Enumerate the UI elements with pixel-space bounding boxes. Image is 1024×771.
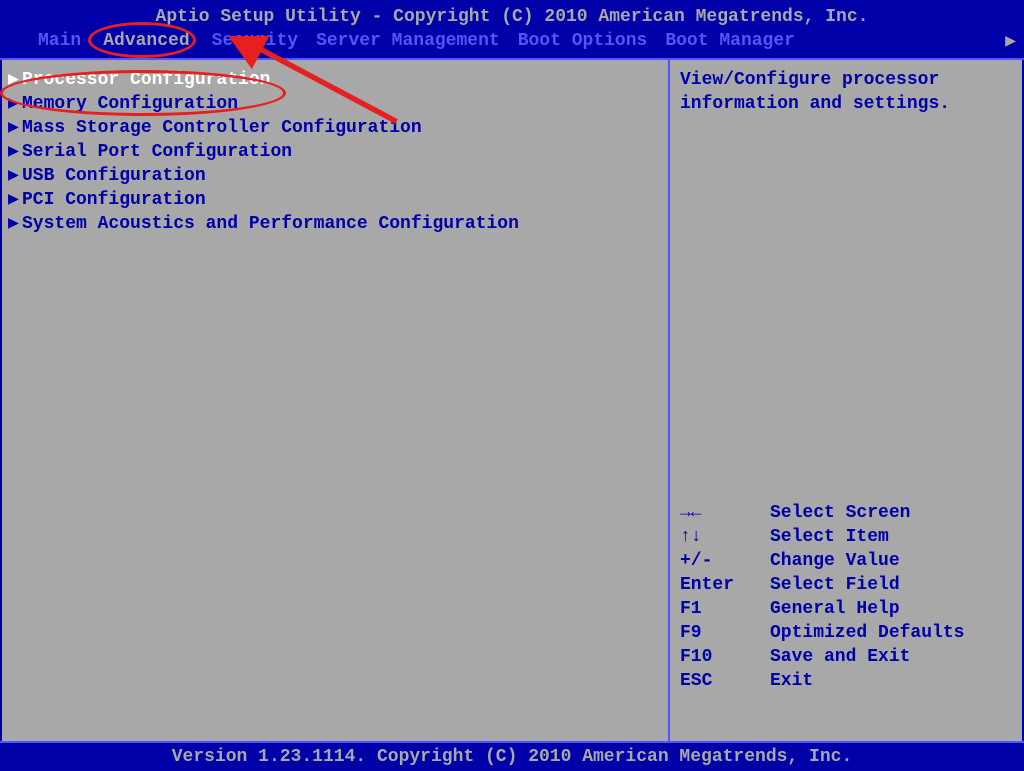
key-key: +/- bbox=[680, 549, 770, 573]
menu-item-label: Processor Configuration bbox=[22, 70, 270, 90]
submenu-arrow-icon: ▶ bbox=[8, 164, 22, 188]
key-key: ↑↓ bbox=[680, 525, 770, 549]
key-row: ESCExit bbox=[680, 669, 1012, 693]
key-row: EnterSelect Field bbox=[680, 573, 1012, 597]
key-help-block: →←Select Screen ↑↓Select Item +/-Change … bbox=[680, 501, 1012, 693]
help-text-line: View/Configure processor bbox=[680, 68, 1012, 92]
key-row: ↑↓Select Item bbox=[680, 525, 1012, 549]
help-panel: View/Configure processor information and… bbox=[670, 60, 1024, 741]
tab-server-management[interactable]: Server Management bbox=[316, 29, 500, 53]
submenu-arrow-icon: ▶ bbox=[8, 212, 22, 236]
menu-item-label: Serial Port Configuration bbox=[22, 142, 292, 162]
submenu-arrow-icon: ▶ bbox=[8, 188, 22, 212]
header-bar: Aptio Setup Utility - Copyright (C) 2010… bbox=[0, 0, 1024, 58]
key-desc: Exit bbox=[770, 669, 813, 693]
content-area: ▶Processor Configuration ▶Memory Configu… bbox=[0, 58, 1024, 743]
submenu-arrow-icon: ▶ bbox=[8, 116, 22, 140]
submenu-arrow-icon: ▶ bbox=[8, 92, 22, 116]
key-key: F1 bbox=[680, 597, 770, 621]
nav-right-icon[interactable]: ▶ bbox=[1005, 30, 1016, 52]
key-row: F10Save and Exit bbox=[680, 645, 1012, 669]
menu-item-label: Memory Configuration bbox=[22, 94, 238, 114]
key-desc: General Help bbox=[770, 597, 900, 621]
tab-main[interactable]: Main bbox=[38, 29, 81, 53]
key-desc: Save and Exit bbox=[770, 645, 910, 669]
key-key: ESC bbox=[680, 669, 770, 693]
menu-item-pci-configuration[interactable]: ▶PCI Configuration bbox=[2, 188, 668, 212]
menu-item-memory-configuration[interactable]: ▶Memory Configuration bbox=[2, 92, 668, 116]
tab-security[interactable]: Security bbox=[212, 29, 298, 53]
menu-item-serial-port-configuration[interactable]: ▶Serial Port Configuration bbox=[2, 140, 668, 164]
key-key: F10 bbox=[680, 645, 770, 669]
menu-panel: ▶Processor Configuration ▶Memory Configu… bbox=[0, 60, 670, 741]
menu-item-label: Mass Storage Controller Configuration bbox=[22, 118, 422, 138]
key-desc: Optimized Defaults bbox=[770, 621, 964, 645]
key-key: F9 bbox=[680, 621, 770, 645]
key-key: →← bbox=[680, 501, 770, 525]
menu-item-system-acoustics-performance-configuration[interactable]: ▶System Acoustics and Performance Config… bbox=[2, 212, 668, 236]
menu-item-label: PCI Configuration bbox=[22, 190, 206, 210]
menu-item-label: System Acoustics and Performance Configu… bbox=[22, 214, 519, 234]
key-row: F1General Help bbox=[680, 597, 1012, 621]
key-desc: Change Value bbox=[770, 549, 900, 573]
footer-bar: Version 1.23.1114. Copyright (C) 2010 Am… bbox=[0, 743, 1024, 771]
tab-boot-options[interactable]: Boot Options bbox=[518, 29, 648, 53]
submenu-arrow-icon: ▶ bbox=[8, 68, 22, 92]
menu-item-usb-configuration[interactable]: ▶USB Configuration bbox=[2, 164, 668, 188]
menu-item-label: USB Configuration bbox=[22, 166, 206, 186]
submenu-arrow-icon: ▶ bbox=[8, 140, 22, 164]
key-desc: Select Item bbox=[770, 525, 889, 549]
tab-advanced[interactable]: Advanced bbox=[99, 29, 193, 53]
menu-item-processor-configuration[interactable]: ▶Processor Configuration bbox=[2, 68, 668, 92]
key-row: +/-Change Value bbox=[680, 549, 1012, 573]
key-desc: Select Screen bbox=[770, 501, 910, 525]
help-text-line: information and settings. bbox=[680, 92, 1012, 116]
tab-boot-manager[interactable]: Boot Manager bbox=[665, 29, 795, 53]
key-row: F9Optimized Defaults bbox=[680, 621, 1012, 645]
key-desc: Select Field bbox=[770, 573, 900, 597]
menu-item-mass-storage-controller-configuration[interactable]: ▶Mass Storage Controller Configuration bbox=[2, 116, 668, 140]
key-key: Enter bbox=[680, 573, 770, 597]
version-text: Version 1.23.1114. Copyright (C) 2010 Am… bbox=[172, 747, 853, 767]
utility-title: Aptio Setup Utility - Copyright (C) 2010… bbox=[8, 5, 1016, 29]
key-row: →←Select Screen bbox=[680, 501, 1012, 525]
tab-bar: Main Advanced Security Server Management… bbox=[8, 29, 1016, 53]
